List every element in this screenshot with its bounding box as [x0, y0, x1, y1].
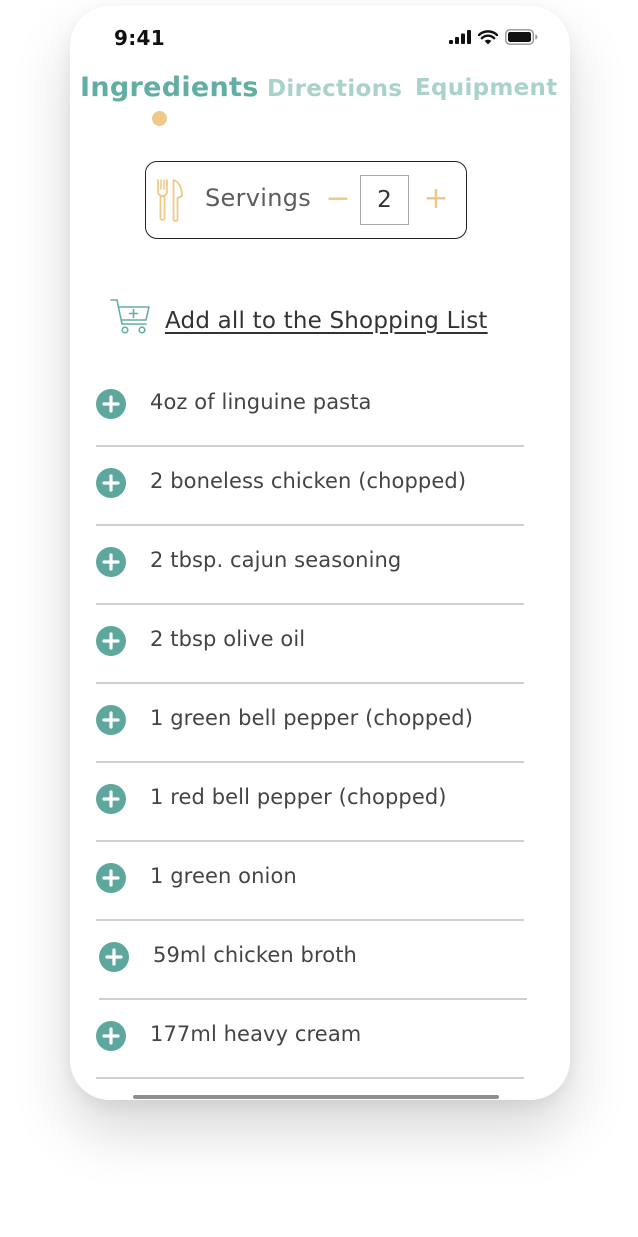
decrease-servings-button[interactable]: − [323, 174, 353, 224]
ingredient-row: 2 boneless chicken (chopped) [96, 447, 524, 526]
plus-circle-icon[interactable] [99, 942, 129, 972]
ingredient-label: 2 tbsp. cajun seasoning [150, 548, 402, 572]
status-icons [449, 28, 538, 46]
plus-circle-icon[interactable] [96, 389, 126, 419]
tab-directions[interactable]: Directions [267, 76, 402, 102]
ingredient-row: 1 green onion [96, 842, 524, 921]
cellular-signal-icon [449, 30, 471, 44]
ingredient-label: 1 green bell pepper (chopped) [150, 706, 473, 730]
ingredient-row: 2 tbsp. cajun seasoning [96, 526, 524, 605]
increase-servings-button[interactable]: + [421, 174, 451, 224]
ingredient-label: 1 green onion [150, 864, 297, 888]
plus-circle-icon[interactable] [96, 468, 126, 498]
servings-count-input[interactable]: 2 [360, 175, 409, 225]
ingredient-row: 4oz of linguine pasta [96, 368, 524, 447]
wifi-icon [478, 29, 498, 44]
ingredient-row: 1 red bell pepper (chopped) [96, 763, 524, 842]
tab-ingredients[interactable]: Ingredients [80, 72, 259, 103]
tab-equipment[interactable]: Equipment [415, 75, 558, 101]
ingredient-label: 59ml chicken broth [153, 943, 357, 967]
home-indicator[interactable] [133, 1095, 499, 1099]
ingredient-row: 1 green bell pepper (chopped) [96, 684, 524, 763]
plus-circle-icon[interactable] [96, 863, 126, 893]
plus-circle-icon[interactable] [96, 547, 126, 577]
ingredient-label: 1 red bell pepper (chopped) [150, 785, 447, 809]
ingredient-label: 2 tbsp olive oil [150, 627, 306, 651]
ingredient-row: 59ml chicken broth [99, 921, 527, 1000]
active-tab-indicator [152, 111, 167, 126]
plus-circle-icon[interactable] [96, 626, 126, 656]
battery-icon [505, 29, 538, 45]
ingredient-label: 4oz of linguine pasta [150, 390, 372, 414]
utensils-icon [157, 179, 183, 222]
plus-circle-icon[interactable] [96, 1021, 126, 1051]
plus-circle-icon[interactable] [96, 705, 126, 735]
ingredient-label: 177ml heavy cream [150, 1022, 362, 1046]
plus-circle-icon[interactable] [96, 784, 126, 814]
ingredient-label: 2 boneless chicken (chopped) [150, 469, 467, 493]
ingredient-row: 177ml heavy cream [96, 1000, 524, 1079]
phone-frame: 9:41 Ingredients Directions Equipment Se… [70, 6, 570, 1100]
ingredient-row: 2 tbsp olive oil [96, 605, 524, 684]
add-all-to-shopping-list-link[interactable]: Add all to the Shopping List [165, 308, 488, 334]
servings-stepper: Servings − 2 + [145, 161, 467, 239]
cart-plus-icon[interactable] [110, 296, 152, 336]
servings-label: Servings [205, 184, 312, 212]
status-time: 9:41 [114, 26, 165, 50]
